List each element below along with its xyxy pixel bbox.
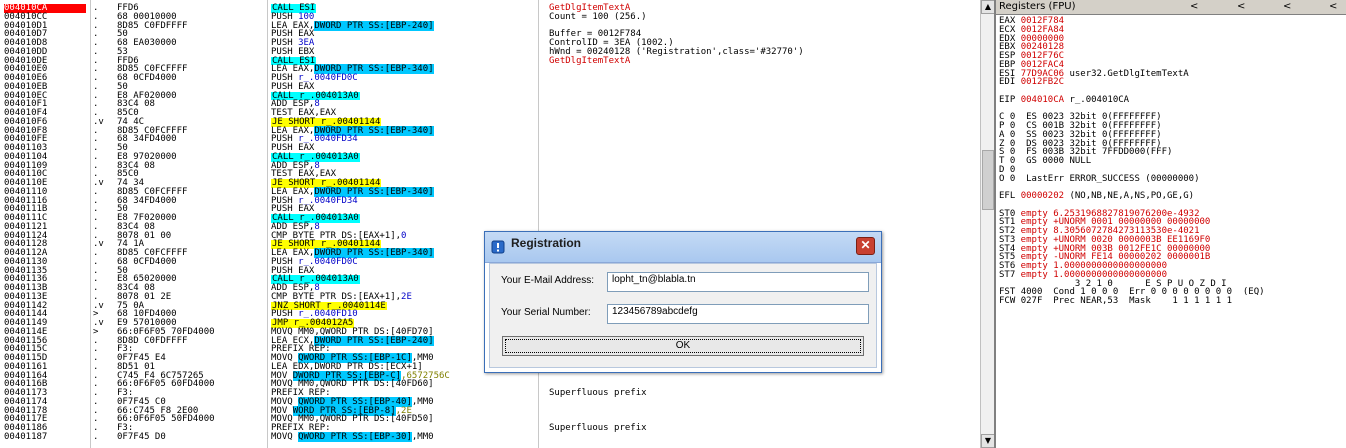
email-field[interactable]: lopht_tn@blabla.tn [607, 272, 869, 292]
disasm-hex-bytes: 66:0F6F05 50FD4000 [117, 414, 215, 425]
disasm-hex-bytes: 68 0CFD4000 [117, 73, 177, 83]
disasm-hex-bytes: 66:0F6F05 60FD4000 [117, 379, 215, 390]
dialog-titlebar[interactable]: Registration ✕ [485, 232, 881, 263]
register-name: FCW [999, 296, 1016, 306]
dialog-title: Registration [511, 236, 582, 250]
disasm-row[interactable]: 0040110C. 85C0 TEST EAX,EAX [0, 170, 980, 179]
disasm-hex-bytes: 0F7F45 D0 [117, 431, 166, 442]
disasm-row[interactable]: 004010D8. 68 EA030000 PUSH 3EA ControlID = … [0, 39, 980, 48]
register-name: EDI [999, 77, 1016, 88]
close-icon: ✕ [860, 238, 871, 252]
disasm-row[interactable]: 004010E6. 68 0CFD4000 PUSH r_.0040FD0C [0, 74, 980, 83]
serial-field[interactable]: 123456789abcdefg [607, 304, 869, 324]
register-detail: (NO,NB,NE,A,NS,PO,GE,G) [1064, 191, 1195, 201]
registers-pane[interactable]: Registers (FPU) < < < < EAX 0012F784 ECX … [994, 0, 1346, 448]
register-detail: LastErr ERROR_SUCCESS (00000000) [1015, 173, 1200, 184]
disasm-comment: Superfluous prefix [549, 423, 647, 433]
register-value: 027F [1020, 296, 1043, 306]
close-button[interactable]: ✕ [856, 237, 875, 255]
register-line[interactable]: EFL 00000202 (NO,NB,NE,A,NS,PO,GE,G) [999, 192, 1194, 201]
nav-prev-button[interactable]: < [1329, 0, 1337, 14]
cpu-disassembly-pane[interactable]: 004010CA. FFD6 CALL ESI GetDlgItemTextA 0040… [0, 0, 980, 448]
disasm-hex-bytes: 8D85 C0FDFFFF [117, 20, 188, 31]
registers-header: Registers (FPU) < < < < [996, 0, 1346, 15]
disasm-hex-bytes: 68 34FD4000 [117, 195, 177, 206]
focus-rect [505, 339, 861, 353]
disasm-hex-bytes: 83C4 08 [117, 99, 155, 110]
disasm-hex-bytes: 8D8D C0FDFFFF [117, 335, 188, 346]
disasm-row[interactable]: 004010FE. 68 34FD4000 PUSH r_.0040FD34 [0, 135, 980, 144]
disasm-comment: Superfluous prefix [549, 388, 647, 398]
instruction-part: DWORD PTR SS:[EBP-240] [314, 335, 434, 346]
scroll-up-icon[interactable]: ▲ [981, 0, 995, 14]
instruction-part: QWORD PTR SS:[EBP-30] [298, 431, 412, 442]
disasm-address: 00401187 [4, 431, 48, 442]
disasm-row[interactable]: 0040116B. 66:0F6F05 60FD4000 MOVQ MM0,QWOR… [0, 380, 980, 389]
scrollbar-thumb[interactable] [982, 150, 994, 210]
register-line[interactable]: EIP 004010CA r_.004010CA [999, 94, 1130, 105]
register-name: O 0 [999, 173, 1016, 184]
register-value: 004010CA [1020, 94, 1065, 105]
register-detail: Prec NEAR,53 Mask 1 1 1 1 1 1 [1042, 296, 1233, 306]
disasm-hex-bytes: 68 34FD4000 [117, 134, 177, 145]
disassembly-scrollbar[interactable]: ▲ ▼ [980, 0, 995, 448]
serial-label: Your Serial Number: [501, 307, 591, 318]
instruction-part: MOVQ [271, 431, 299, 442]
dialog-body: Your E-Mail Address: lopht_tn@blabla.tn … [489, 263, 877, 368]
scroll-down-icon[interactable]: ▼ [981, 434, 995, 448]
disasm-row[interactable]: 004010F4. 85C0 TEST EAX,EAX [0, 109, 980, 118]
disasm-row[interactable]: 0040117E. 66:0F6F05 50FD4000 MOVQ MM0,QWOR… [0, 415, 980, 424]
nav-prev-button[interactable]: < [1237, 0, 1245, 14]
disasm-comment: Count = 100 (256.) [549, 11, 647, 22]
disasm-row[interactable]: 004010DD. 53 PUSH EBX hWnd = 00240128 ('Reg… [0, 46, 980, 57]
register-value: 0012FB2C [1020, 77, 1065, 88]
registration-dialog: Registration ✕ Your E-Mail Address: loph… [484, 231, 882, 373]
disasm-instruction: MOVQ QWORD PTR SS:[EBP-30],MM0 [271, 431, 536, 442]
disasm-hex-bytes: 68 0CFD4000 [117, 256, 177, 267]
instruction-part: ,MM0 [411, 431, 434, 442]
disasm-jump-marker: . [93, 431, 99, 442]
email-label: Your E-Mail Address: [501, 275, 595, 286]
disasm-row[interactable]: 00401187. 0F7F45 D0 MOVQ QWORD PTR SS:[EBP… [0, 431, 980, 442]
register-detail: r_.004010CA [1064, 94, 1130, 105]
nav-prev-button[interactable]: < [1190, 0, 1198, 14]
disasm-row[interactable]: 00401109. 83C4 08 ADD ESP,8 [0, 160, 980, 171]
disasm-hex-bytes: 83C4 08 [117, 160, 155, 171]
registers-title: Registers (FPU) [999, 1, 1076, 12]
disasm-hex-bytes: 68 EA030000 [117, 38, 177, 48]
disasm-comment: GetDlgItemTextA [549, 55, 631, 66]
disasm-row[interactable]: 004010D1. 8D85 C0FDFFFF LEA EAX,DWORD PTR … [0, 20, 980, 31]
register-line[interactable]: EDI 0012FB2C [999, 78, 1064, 87]
nav-prev-button[interactable]: < [1283, 0, 1291, 14]
register-name: EIP [999, 94, 1016, 105]
instruction-part: 0 [401, 230, 407, 241]
disasm-hex-bytes: 53 [117, 46, 128, 57]
register-line[interactable]: FCW 027F Prec NEAR,53 Mask 1 1 1 1 1 1 [999, 297, 1232, 306]
instruction-part: 2E [401, 291, 412, 302]
register-detail: user32.GetDlgItemTextA [1064, 68, 1189, 79]
app-icon [491, 240, 505, 254]
ok-button[interactable]: OK [502, 336, 864, 356]
disasm-row[interactable]: 00401116. 68 34FD4000 PUSH r_.0040FD34 [0, 195, 980, 206]
instruction-part: DWORD PTR SS:[EBP-240] [314, 20, 434, 31]
register-name: EFL [999, 191, 1016, 201]
register-value: 00000202 [1020, 191, 1065, 201]
disasm-row[interactable]: 004010F1. 83C4 08 ADD ESP,8 [0, 100, 980, 109]
register-line[interactable]: O 0 LastErr ERROR_SUCCESS (00000000) [999, 173, 1200, 184]
register-detail: GS 0000 NULL [1015, 156, 1092, 166]
instruction-part: ,MM0 [411, 396, 434, 407]
